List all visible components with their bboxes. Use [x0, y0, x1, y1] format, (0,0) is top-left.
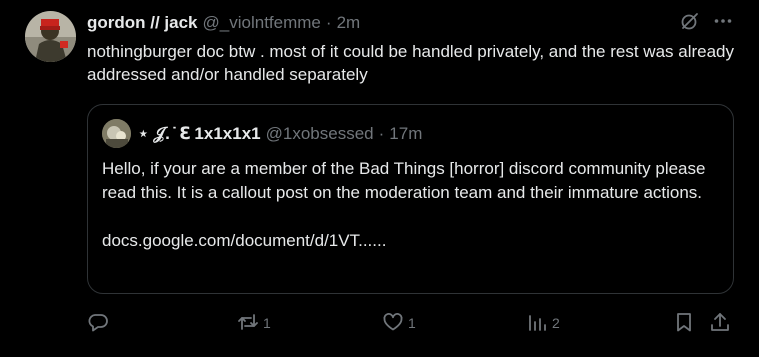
top-actions	[680, 11, 733, 31]
reply-button[interactable]	[87, 312, 113, 334]
like-button[interactable]: 1	[382, 312, 416, 334]
quoted-timestamp[interactable]: 17m	[389, 124, 422, 144]
author-handle[interactable]: @_violntfemme	[203, 13, 321, 33]
quoted-text: Hello, if your are a member of the Bad T…	[102, 159, 706, 250]
avatar[interactable]	[25, 11, 76, 62]
quoted-author-name[interactable]: ⋆ 𝒥. ̇ ℇ 1x1x1x1	[138, 124, 261, 144]
bookmark-button[interactable]	[673, 312, 695, 334]
quoted-avatar[interactable]	[102, 119, 131, 148]
quoted-header: ⋆ 𝒥. ̇ ℇ 1x1x1x1 @1xobsessed · 17m	[138, 124, 422, 144]
retweet-count: 1	[263, 315, 271, 331]
reply-icon	[87, 311, 109, 336]
grok-icon[interactable]	[680, 11, 700, 31]
more-icon[interactable]	[713, 11, 733, 31]
timestamp[interactable]: 2m	[337, 13, 361, 33]
share-button[interactable]	[709, 312, 731, 334]
tweet: gordon // jack @_violntfemme · 2m nothin…	[0, 0, 759, 357]
tweet-text: nothingburger doc btw . most of it could…	[87, 42, 735, 84]
retweet-button[interactable]: 1	[237, 312, 271, 334]
quoted-separator-dot: ·	[378, 124, 385, 143]
views-count: 2	[552, 315, 560, 331]
action-bar: 1 1 2	[87, 312, 733, 334]
views-button[interactable]: 2	[526, 312, 560, 334]
author-name[interactable]: gordon // jack	[87, 13, 198, 33]
separator-dot: ·	[325, 13, 332, 32]
quoted-author-handle[interactable]: @1xobsessed	[266, 124, 374, 144]
tweet-header: gordon // jack @_violntfemme · 2m	[87, 13, 360, 33]
views-icon	[526, 311, 548, 336]
retweet-icon	[237, 311, 259, 336]
like-count: 1	[408, 315, 416, 331]
like-icon	[382, 311, 404, 336]
share-icon	[709, 311, 731, 336]
bookmark-icon	[673, 311, 695, 336]
quoted-tweet[interactable]: ⋆ 𝒥. ̇ ℇ 1x1x1x1 @1xobsessed · 17m Hello…	[87, 104, 734, 294]
